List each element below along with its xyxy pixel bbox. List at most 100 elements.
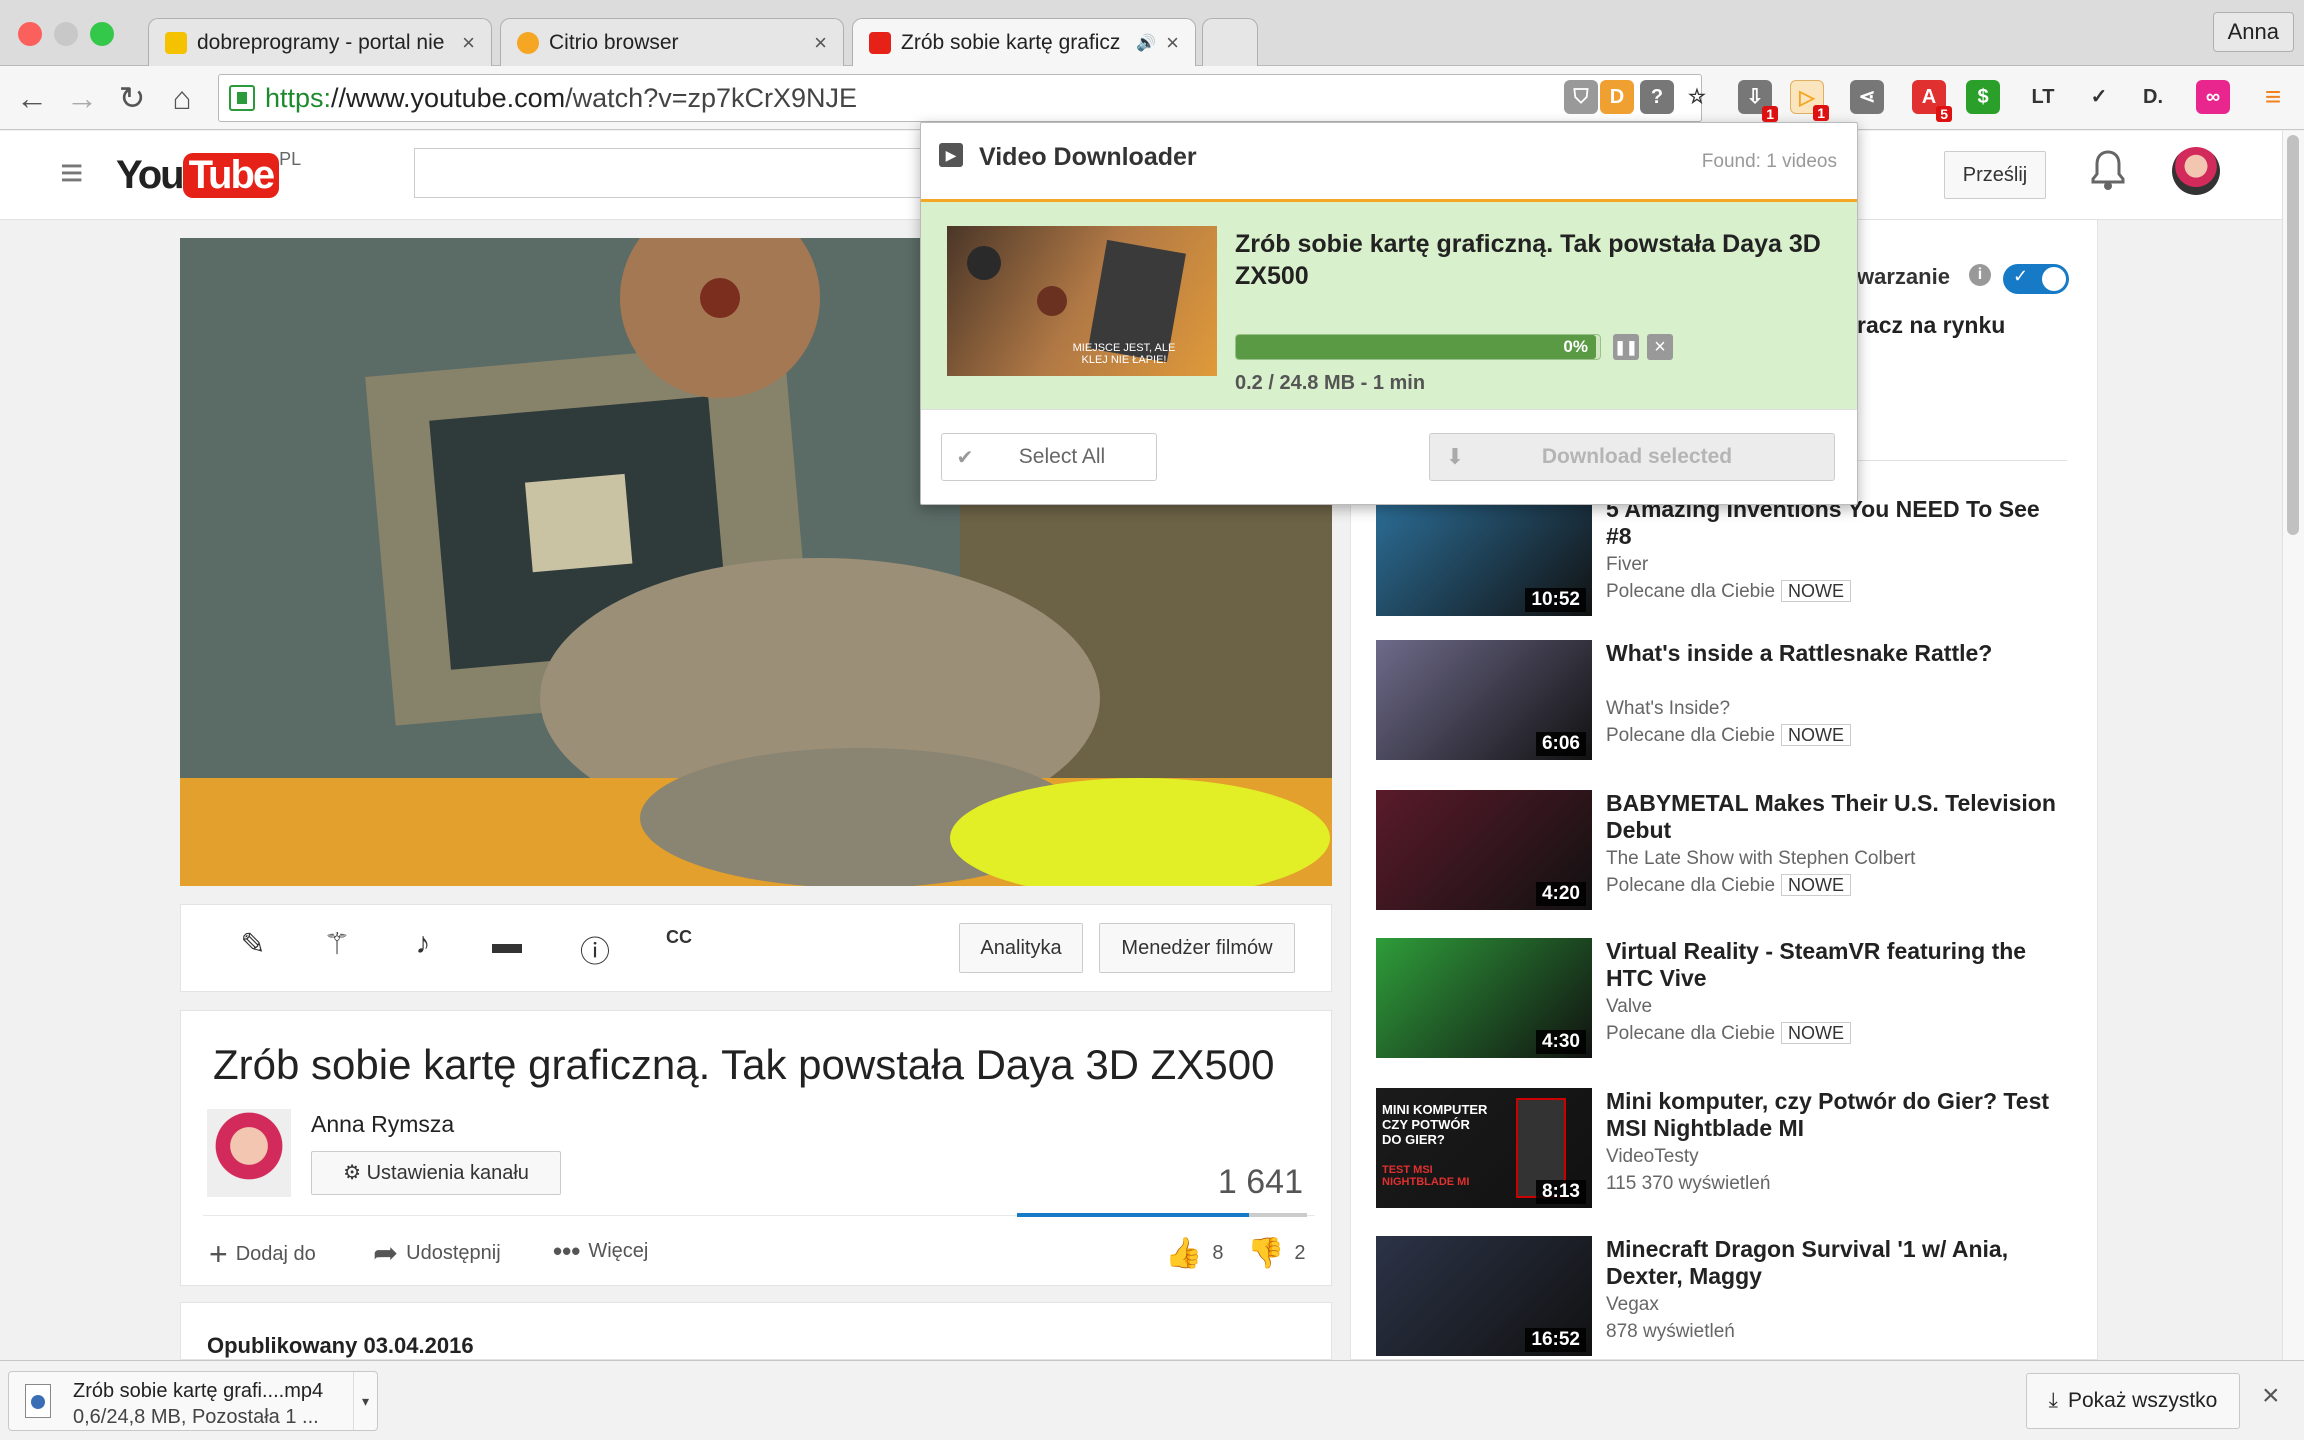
related-video-item[interactable]: 10:52 5 Amazing Inventions You NEED To S… (1376, 496, 2056, 620)
chevron-down-icon[interactable]: ▾ (353, 1372, 377, 1430)
upload-button[interactable]: Prześlij (1944, 151, 2046, 199)
d-dark-extension-icon[interactable]: D. (2136, 80, 2170, 114)
related-video-item[interactable]: MINI KOMPUTER CZY POTWÓR DO GIER? TEST MS… (1376, 1088, 2056, 1212)
reload-button[interactable]: ↻ (112, 78, 152, 118)
video-manager-button[interactable]: Menedżer filmów (1099, 923, 1295, 973)
analytics-button[interactable]: Analityka (959, 923, 1083, 973)
checkmark-icon: ✔ (956, 446, 974, 469)
like-button[interactable]: 👍 8 (1165, 1236, 1223, 1271)
audio-playing-icon[interactable]: 🔊 (1136, 33, 1156, 53)
minimize-window-button[interactable] (54, 22, 78, 46)
dislike-button[interactable]: 👎 2 (1247, 1236, 1305, 1271)
share-button[interactable]: ➦ Udostępnij (373, 1236, 501, 1271)
forward-button[interactable]: → (62, 78, 102, 118)
close-tab-icon[interactable]: × (1166, 30, 1179, 56)
more-button[interactable]: ••• Więcej (553, 1236, 648, 1267)
add-to-button[interactable]: + Dodaj do (209, 1236, 316, 1273)
home-button[interactable]: ⌂ (162, 78, 202, 118)
check-icon: ✓ (2013, 266, 2029, 286)
edit-pencil-icon[interactable]: ✎ (233, 927, 273, 962)
related-video-channel[interactable]: The Late Show with Stephen Colbert (1606, 848, 1915, 870)
related-video-title[interactable]: Minecraft Dragon Survival '1 w/ Ania, De… (1606, 1236, 2066, 1290)
show-all-downloads-button[interactable]: ⤓ Pokaż wszystko (2026, 1373, 2240, 1429)
related-video-title[interactable]: Virtual Reality - SteamVR featuring the … (1606, 938, 2066, 992)
video-downloader-extension-icon[interactable]: ▷ 1 (1790, 80, 1829, 121)
related-video-title[interactable]: BABYMETAL Makes Their U.S. Television De… (1606, 790, 2066, 844)
video-thumbnail[interactable]: 10:52 (1376, 496, 1592, 616)
related-video-channel[interactable]: VideoTesty (1606, 1146, 1699, 1168)
related-video-channel[interactable]: Vegax (1606, 1294, 1659, 1316)
download-selected-button[interactable]: ⬇ Download selected (1429, 433, 1835, 481)
adblock-extension-icon[interactable]: A5 (1912, 80, 1952, 122)
channel-settings-button[interactable]: ⚙ Ustawienia kanału (311, 1151, 561, 1195)
d-ext-extension-icon[interactable]: D (1600, 80, 1634, 114)
address-bar[interactable]: https://www.youtube.com/watch?v=zp7kCrX9… (218, 74, 1702, 122)
lt-extension-icon[interactable]: LT (2026, 80, 2060, 114)
autoplay-info-icon[interactable]: i (1969, 264, 1991, 286)
video-item[interactable]: MIEJSCE JEST, ALE KLEJ NIE ŁAPIE! Zrób s… (921, 199, 1857, 409)
related-video-title[interactable]: Mini komputer, czy Potwór do Gier? Test … (1606, 1088, 2066, 1142)
secure-lock-icon[interactable] (229, 85, 255, 111)
channel-name[interactable]: Anna Rymsza (311, 1111, 454, 1138)
close-window-button[interactable] (18, 22, 42, 46)
youtube-logo[interactable]: You Tube PL (116, 149, 301, 201)
info-cards-icon[interactable]: ⓘ (575, 927, 615, 971)
search-input[interactable] (414, 148, 934, 198)
dollar-extension-icon[interactable]: $ (1966, 80, 2000, 114)
download-item[interactable]: Zrób sobie kartę grafi....mp4 0,6/24,8 M… (8, 1371, 378, 1431)
help-extension-icon[interactable]: ? (1640, 80, 1674, 114)
subtitles-cc-icon[interactable]: CC (659, 927, 699, 948)
downloads-extension-icon[interactable]: ⇩ 1 (1738, 80, 1778, 122)
page-scrollbar[interactable] (2282, 131, 2304, 1360)
back-button[interactable]: ← (12, 78, 52, 118)
url-text[interactable]: https://www.youtube.com/watch?v=zp7kCrX9… (265, 75, 857, 121)
tab-dobreprogramy[interactable]: dobreprogramy - portal nie × (148, 18, 492, 66)
enhance-wand-icon[interactable]: ⚚ (317, 927, 357, 962)
new-tab-button[interactable] (1202, 18, 1258, 66)
audio-note-icon[interactable]: ♪ (403, 927, 443, 961)
cancel-icon[interactable]: × (1647, 334, 1673, 360)
scrollbar-thumb[interactable] (2287, 135, 2299, 535)
related-video-title[interactable]: What's inside a Rattlesnake Rattle? (1606, 640, 2066, 667)
video-duration: 4:30 (1535, 1030, 1586, 1054)
related-video-channel[interactable]: What's Inside? (1606, 698, 1730, 720)
tab-title: dobreprogramy - portal nie (197, 30, 445, 54)
pause-icon[interactable]: ❚❚ (1613, 334, 1639, 360)
autoplay-toggle[interactable]: ✓ (2003, 264, 2069, 294)
next-video-title-partial[interactable]: racz na rynku (1857, 312, 2005, 339)
select-all-button[interactable]: ✔ Select All (941, 433, 1157, 481)
published-date: Opublikowany 03.04.2016 (207, 1333, 474, 1358)
video-thumbnail[interactable]: 4:20 (1376, 790, 1592, 910)
close-download-shelf-icon[interactable]: × (2262, 1379, 2280, 1413)
video-thumbnail[interactable]: MINI KOMPUTER CZY POTWÓR DO GIER? TEST MS… (1376, 1088, 1592, 1208)
related-video-channel[interactable]: Fiver (1606, 554, 1648, 576)
abc-extension-icon[interactable]: ✓ (2082, 80, 2116, 114)
menu-extension-icon[interactable]: ≡ (2256, 80, 2290, 114)
shield-extension-icon[interactable]: ⛉ (1564, 80, 1598, 114)
annotations-icon[interactable]: ▬ (487, 927, 527, 961)
notifications-bell-icon[interactable] (2090, 149, 2126, 200)
profile-button[interactable]: Anna (2212, 12, 2294, 52)
close-tab-icon[interactable]: × (462, 30, 475, 56)
star-extension-icon[interactable]: ☆ (1680, 80, 1714, 114)
tab-citrio[interactable]: Citrio browser × (500, 18, 844, 66)
avatar[interactable] (2172, 147, 2220, 195)
related-video-item[interactable]: 6:06 What's inside a Rattlesnake Rattle?… (1376, 640, 2056, 764)
video-thumbnail[interactable]: 6:06 (1376, 640, 1592, 760)
related-video-channel[interactable]: Valve (1606, 996, 1652, 1018)
channel-avatar[interactable] (207, 1109, 291, 1197)
share-extension-icon[interactable]: ⋖ (1850, 80, 1884, 114)
guide-menu-icon[interactable]: ≡ (60, 151, 83, 196)
video-thumbnail[interactable]: 4:30 (1376, 938, 1592, 1058)
zoom-window-button[interactable] (90, 22, 114, 46)
like-count: 8 (1212, 1242, 1224, 1264)
related-video-item[interactable]: 4:20 BABYMETAL Makes Their U.S. Televisi… (1376, 790, 2056, 914)
close-tab-icon[interactable]: × (814, 30, 827, 56)
related-video-item[interactable]: 4:30 Virtual Reality - SteamVR featuring… (1376, 938, 2056, 1062)
video-thumbnail[interactable]: 16:52 (1376, 1236, 1592, 1356)
related-video-item[interactable]: 16:52 Minecraft Dragon Survival '1 w/ An… (1376, 1236, 2056, 1360)
pink-extension-icon[interactable]: ∞ (2196, 80, 2230, 114)
channel-settings-label: Ustawienia kanału (366, 1162, 529, 1184)
abc-glyph: ✓ (2090, 86, 2108, 108)
tab-youtube[interactable]: Zrób sobie kartę graficz 🔊 × (852, 18, 1196, 67)
